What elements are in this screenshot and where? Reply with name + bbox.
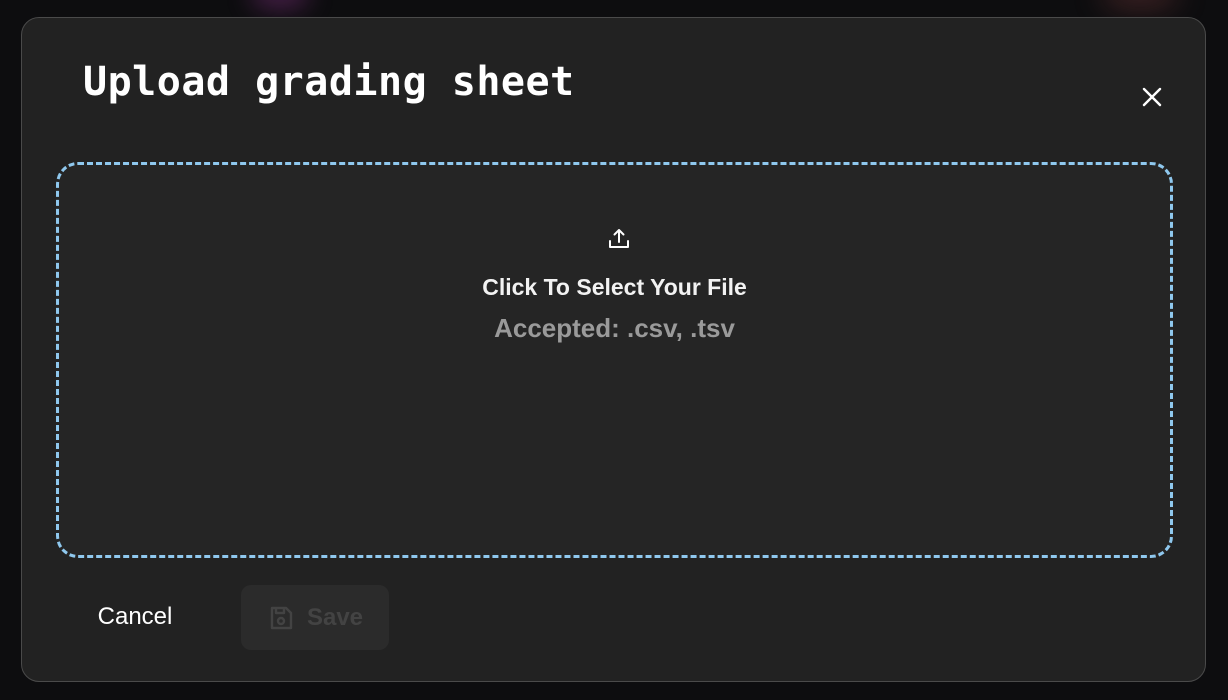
close-icon [1142,87,1162,107]
save-icon [270,606,293,629]
upload-icon [609,229,629,248]
accepted-formats: Accepted: .csv, .tsv [494,313,735,343]
upload-dialog: Upload grading sheet Click To Select You… [21,17,1206,682]
cancel-button-label: Cancel [97,603,173,630]
cancel-button[interactable]: Cancel [76,584,194,650]
backdrop-glow [1100,0,1180,10]
save-button-label: Save [306,603,364,631]
close-button[interactable] [1136,81,1168,113]
dialog-title: Upload grading sheet [83,59,575,105]
backdrop-glow [250,0,310,10]
file-dropzone[interactable]: Click To Select Your File Accepted: .csv… [56,162,1173,558]
save-button[interactable]: Save [241,585,389,650]
dropzone-title: Click To Select Your File [482,274,747,300]
